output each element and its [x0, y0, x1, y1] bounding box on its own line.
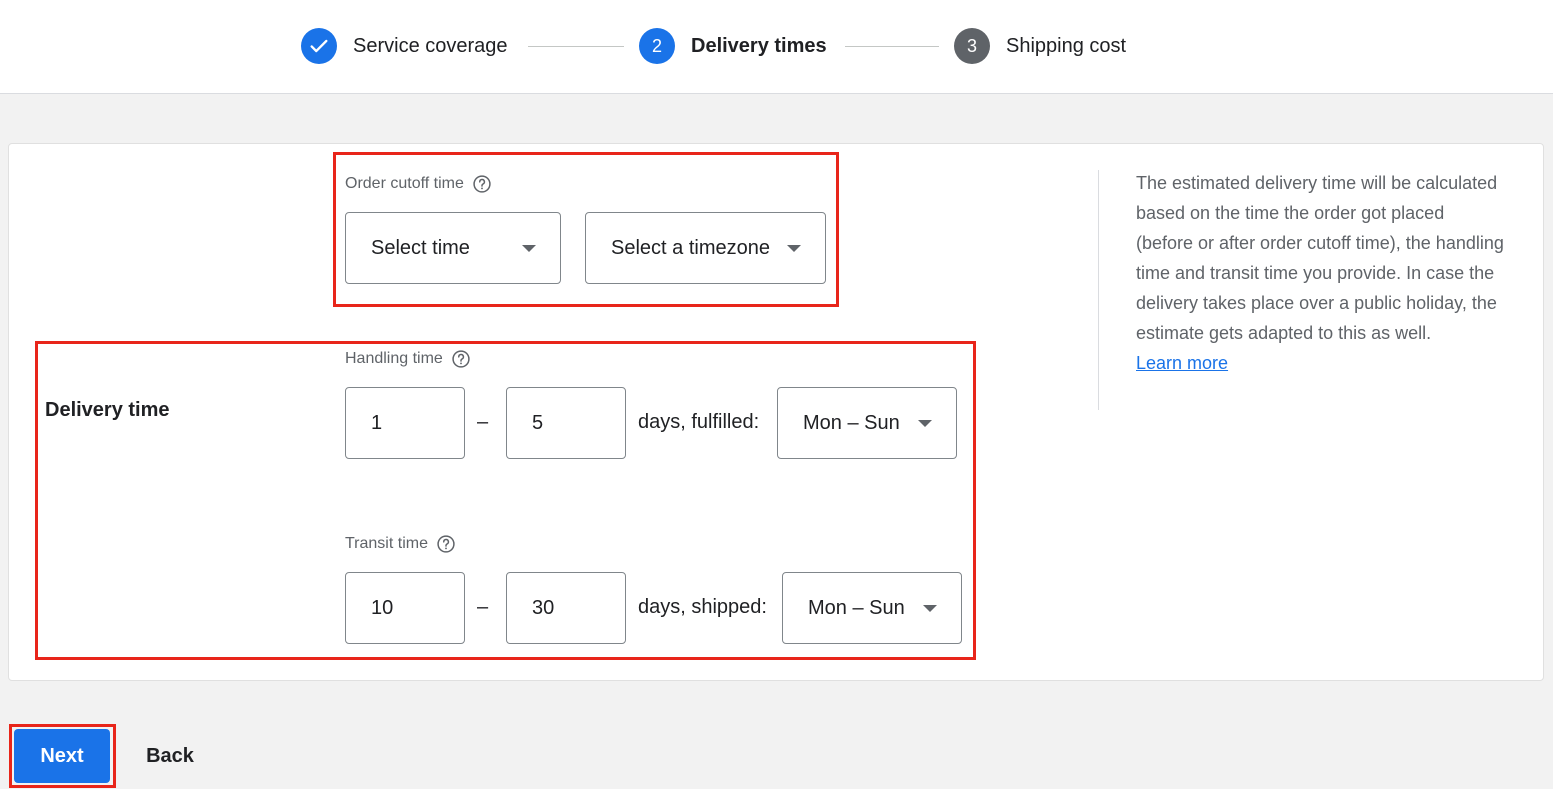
transit-max-value: 30: [532, 596, 555, 619]
range-separator: –: [477, 411, 489, 433]
handling-min-input[interactable]: 1: [345, 387, 465, 459]
cutoff-time-select[interactable]: Select time: [345, 212, 561, 284]
help-icon[interactable]: [436, 534, 456, 554]
help-icon[interactable]: [451, 349, 471, 369]
check-icon: [301, 28, 337, 64]
next-button[interactable]: Next: [14, 729, 110, 783]
handling-max-value: 5: [532, 411, 544, 434]
dropdown-arrow-icon: [918, 420, 932, 427]
transit-days-select[interactable]: Mon – Sun: [782, 572, 962, 644]
step-service-coverage[interactable]: Service coverage: [301, 28, 508, 64]
transit-suffix: days, shipped:: [638, 596, 767, 618]
side-divider: [1098, 170, 1099, 410]
transit-min-value: 10: [371, 596, 394, 619]
delivery-info-text: The estimated delivery time will be calc…: [1136, 173, 1504, 343]
step-number: 3: [954, 28, 990, 64]
step-shipping-cost[interactable]: 3 Shipping cost: [954, 28, 1126, 64]
step-label: Shipping cost: [1006, 34, 1127, 57]
handling-days-select[interactable]: Mon – Sun: [777, 387, 957, 459]
order-cutoff-label: Order cutoff time: [345, 174, 492, 194]
cutoff-time-select-value: Select time: [371, 236, 470, 259]
step-connector: [845, 46, 939, 47]
transit-max-input[interactable]: 30: [506, 572, 626, 644]
handling-time-label-text: Handling time: [345, 350, 443, 367]
timezone-select[interactable]: Select a timezone: [585, 212, 826, 284]
handling-time-label: Handling time: [345, 349, 471, 369]
timezone-select-value: Select a timezone: [611, 236, 770, 259]
transit-days-select-value: Mon – Sun: [808, 596, 905, 619]
back-button[interactable]: Back: [128, 729, 212, 783]
transit-time-label: Transit time: [345, 534, 456, 554]
handling-min-value: 1: [371, 411, 383, 434]
help-icon[interactable]: [472, 174, 492, 194]
dropdown-arrow-icon: [923, 605, 937, 612]
handling-max-input[interactable]: 5: [506, 387, 626, 459]
step-label: Delivery times: [691, 34, 827, 57]
transit-min-input[interactable]: 10: [345, 572, 465, 644]
stepper: Service coverage 2 Delivery times 3 Ship…: [0, 0, 1553, 94]
learn-more-link[interactable]: Learn more: [1136, 348, 1506, 378]
range-separator: –: [477, 596, 489, 618]
step-label: Service coverage: [353, 34, 508, 57]
delivery-info-panel: The estimated delivery time will be calc…: [1136, 168, 1506, 378]
handling-suffix: days, fulfilled:: [638, 411, 760, 433]
delivery-time-title: Delivery time: [45, 399, 170, 421]
step-number: 2: [639, 28, 675, 64]
transit-time-label-text: Transit time: [345, 535, 428, 552]
dropdown-arrow-icon: [787, 245, 801, 252]
order-cutoff-label-text: Order cutoff time: [345, 175, 464, 192]
handling-days-select-value: Mon – Sun: [803, 411, 900, 434]
step-connector: [528, 46, 624, 47]
dropdown-arrow-icon: [522, 245, 536, 252]
step-delivery-times[interactable]: 2 Delivery times: [639, 28, 827, 64]
